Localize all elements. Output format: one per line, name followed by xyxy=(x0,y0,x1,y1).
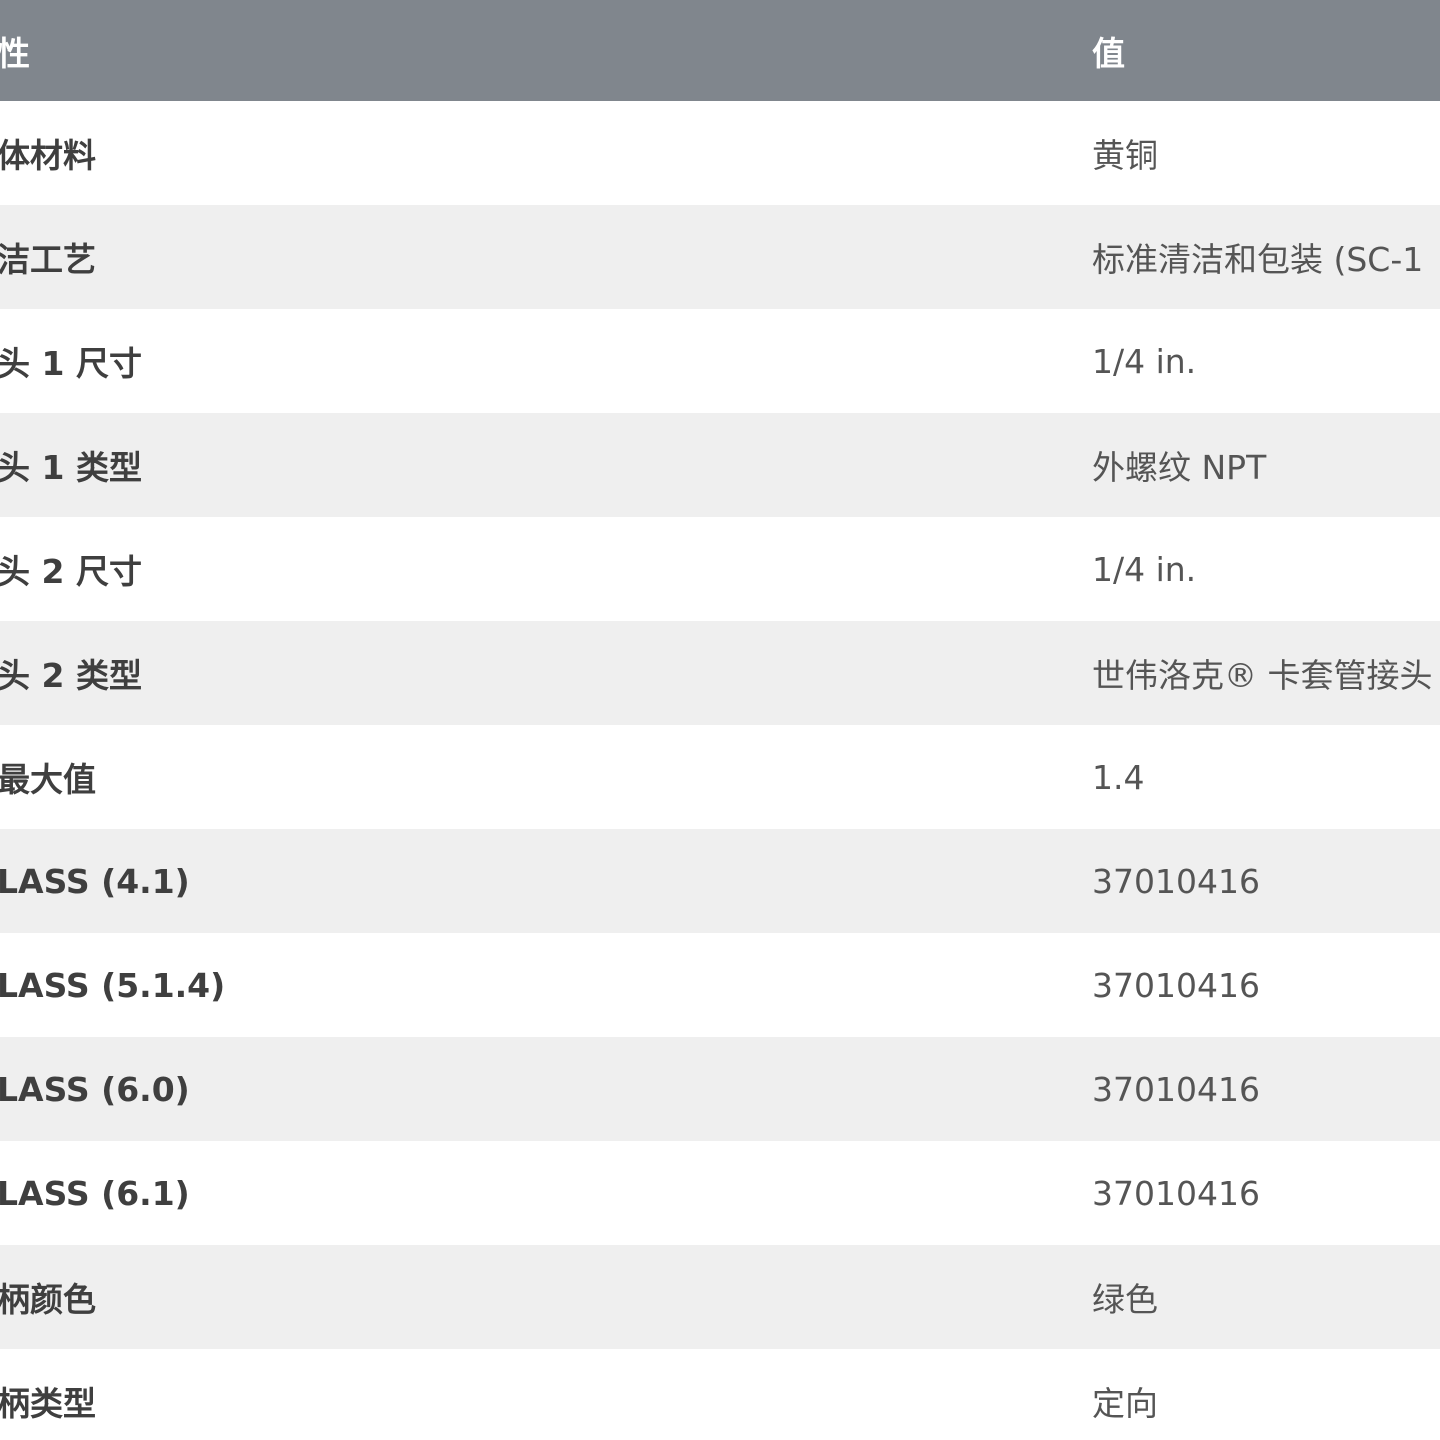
value-cell: 37010416 xyxy=(1092,1173,1260,1213)
table-row: 头 1 尺寸 1/4 in. xyxy=(0,309,1440,413)
attribute-cell: 体材料 xyxy=(0,136,96,175)
attribute-cell: LASS (6.0) xyxy=(0,1069,190,1109)
table-body: 体材料 黄铜洁工艺 标准清洁和包装 (SC-1 头 1 尺寸 1/4 in. 头 1 类型… xyxy=(0,101,1440,1440)
value-cell: 1/4 in. xyxy=(1092,549,1197,589)
value-cell: 1/4 in. xyxy=(1092,341,1197,381)
attribute-cell: 柄颜色 xyxy=(0,1280,96,1319)
table-row: 头 1 类型 外螺纹 NPT xyxy=(0,413,1440,517)
value-cell: 绿色 xyxy=(1092,1280,1158,1319)
value-cell: 37010416 xyxy=(1092,861,1260,901)
value-cell: 黄铜 xyxy=(1092,136,1158,175)
value-cell: 世伟洛克® 卡套管接头 xyxy=(1092,656,1433,695)
attribute-cell: LASS (6.1) xyxy=(0,1173,190,1213)
value-cell: 外螺纹 NPT xyxy=(1092,448,1267,487)
attribute-cell: 洁工艺 xyxy=(0,240,96,279)
table-row: 头 2 类型 世伟洛克® 卡套管接头 xyxy=(0,621,1440,725)
attribute-cell: LASS (5.1.4) xyxy=(0,965,226,1005)
table-row: 洁工艺 标准清洁和包装 (SC-1 xyxy=(0,205,1440,309)
spec-table: 性 值 体材料 黄铜 洁工艺 标准清洁和包装 (SC-1 头 1 尺寸 1/4 in. 头 … xyxy=(0,0,1440,1440)
attribute-cell: 头 1 类型 xyxy=(0,448,142,487)
header-attribute: 性 xyxy=(0,33,30,73)
table-row: LASS (6.1) 37010416 xyxy=(0,1141,1440,1245)
attribute-cell: 最大值 xyxy=(0,760,96,799)
header-value: 值 xyxy=(1092,33,1125,73)
value-cell: 37010416 xyxy=(1092,1069,1260,1109)
table-row: LASS (6.0) 37010416 xyxy=(0,1037,1440,1141)
attribute-cell: LASS (4.1) xyxy=(0,861,190,901)
attribute-cell: 头 2 类型 xyxy=(0,656,142,695)
value-cell: 37010416 xyxy=(1092,965,1260,1005)
table-row: LASS (5.1.4) 37010416 xyxy=(0,933,1440,1037)
table-row: 最大值 1.4 xyxy=(0,725,1440,829)
table-row: 柄颜色 绿色 xyxy=(0,1245,1440,1349)
value-cell: 定向 xyxy=(1092,1384,1158,1423)
table-row: 头 2 尺寸 1/4 in. xyxy=(0,517,1440,621)
attribute-cell: 头 1 尺寸 xyxy=(0,344,142,383)
table-row: LASS (4.1) 37010416 xyxy=(0,829,1440,933)
attribute-cell: 柄类型 xyxy=(0,1384,96,1423)
table-row: 柄类型 定向 xyxy=(0,1349,1440,1440)
attribute-cell: 头 2 尺寸 xyxy=(0,552,142,591)
table-row: 体材料 黄铜 xyxy=(0,101,1440,205)
table-header-row: 性 值 xyxy=(0,0,1440,101)
value-cell: 1.4 xyxy=(1092,757,1145,797)
value-cell: 标准清洁和包装 (SC-1 xyxy=(1092,240,1424,279)
